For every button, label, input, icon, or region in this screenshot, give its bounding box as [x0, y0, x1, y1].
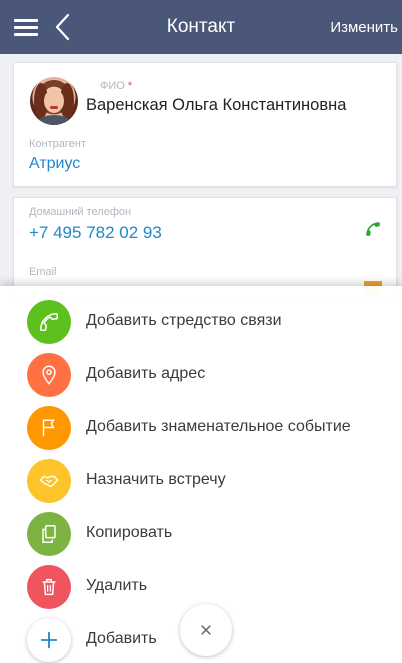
home-phone-label: Домашний телефон	[29, 206, 132, 218]
menu-item-label: Добавить знаменательное событие	[86, 418, 351, 435]
communication-card: Домашний телефон +7 495 782 02 93 Email	[13, 197, 397, 297]
avatar[interactable]	[30, 77, 78, 125]
email-label: Email	[29, 266, 57, 278]
map-pin-icon	[27, 353, 71, 397]
account-label: Контрагент	[29, 138, 86, 150]
full-name-value[interactable]: Варенская Ольга Константиновна	[86, 96, 346, 115]
fio-label-text: ФИО	[100, 80, 125, 92]
plus-icon	[27, 618, 71, 662]
call-phone-icon[interactable]	[364, 220, 382, 238]
menu-item-add-communication[interactable]: Добавить стредство связи	[0, 295, 402, 348]
trash-icon	[27, 565, 71, 609]
contact-details: ФИО * Варенская Ольга Константиновна Кон…	[0, 54, 402, 297]
close-icon	[201, 625, 211, 635]
menu-item-label: Добавить	[86, 630, 157, 647]
menu-hamburger-icon[interactable]	[12, 15, 40, 39]
menu-item-label: Добавить стредство связи	[86, 312, 282, 329]
back-chevron-icon[interactable]	[48, 11, 78, 43]
contact-main-card: ФИО * Варенская Ольга Константиновна Кон…	[13, 62, 397, 187]
fio-label: ФИО *	[100, 80, 132, 92]
flag-icon	[27, 406, 71, 450]
phone-icon	[27, 300, 71, 344]
menu-item-label: Назначить встречу	[86, 471, 226, 488]
copy-icon	[27, 512, 71, 556]
account-link[interactable]: Атриус	[29, 155, 80, 173]
handshake-icon	[27, 459, 71, 503]
menu-item-schedule-meeting[interactable]: Назначить встречу	[0, 454, 402, 507]
close-menu-button[interactable]	[180, 604, 232, 656]
menu-item-label: Добавить адрес	[86, 365, 206, 382]
menu-item-label: Удалить	[86, 577, 148, 594]
menu-item-add-address[interactable]: Добавить адрес	[0, 348, 402, 401]
top-bar: Контакт Изменить	[0, 0, 402, 54]
required-mark: *	[127, 80, 133, 92]
menu-item-copy[interactable]: Копировать	[0, 507, 402, 560]
edit-button[interactable]: Изменить	[330, 19, 398, 36]
home-phone-link[interactable]: +7 495 782 02 93	[29, 223, 162, 243]
menu-item-add-event[interactable]: Добавить знаменательное событие	[0, 401, 402, 454]
menu-item-label: Копировать	[86, 524, 173, 541]
